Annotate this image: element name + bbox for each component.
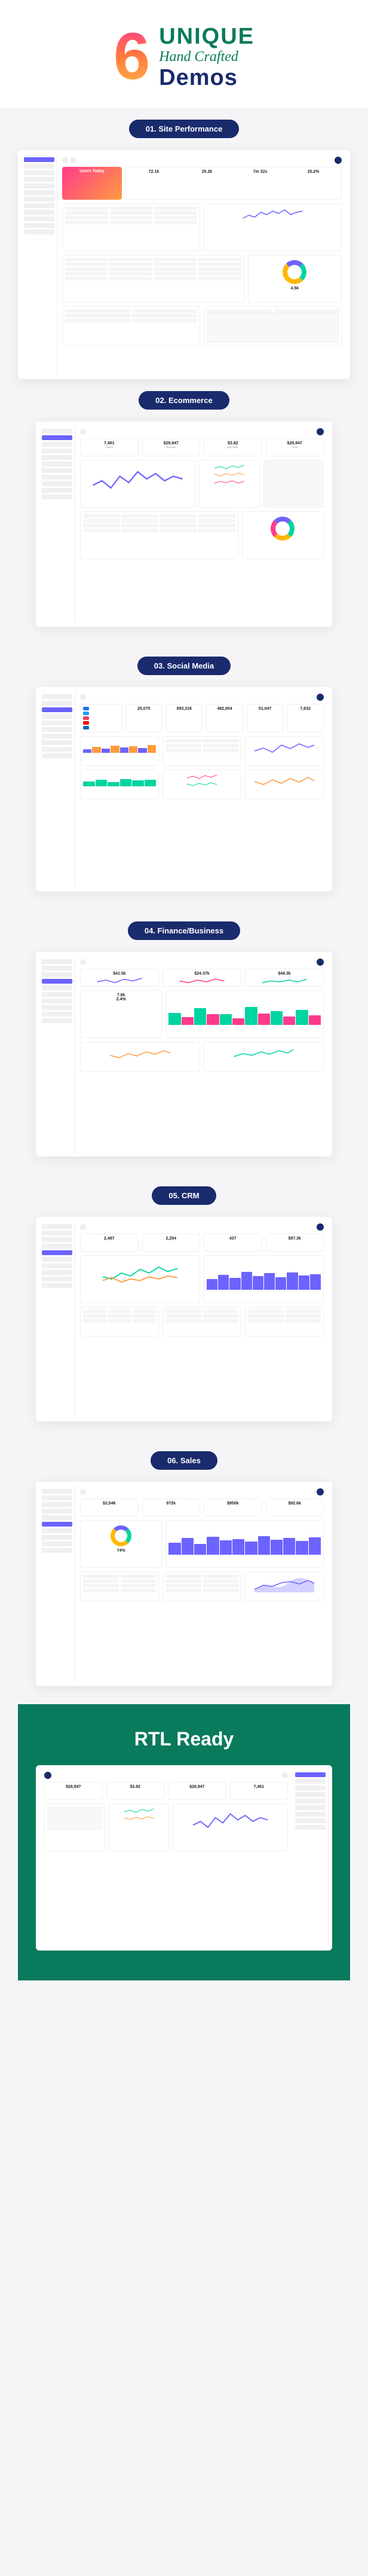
demo-label-04: 04. Finance/Business — [128, 921, 240, 940]
screenshot-crm: 2,487 2,254 437 $97.3k — [36, 1217, 332, 1421]
screenshot-site-performance: Users Today 72.1k 25.2k 7m 32s 25.2% 4.5… — [18, 150, 350, 379]
demo-label-01: 01. Site Performance — [129, 120, 240, 138]
screenshot-finance: $41.5k $24.37k $49.3k 7.8k2.4% — [36, 952, 332, 1156]
demo-04: 04. Finance/Business $41.5k $24.37k $49.… — [18, 909, 350, 1174]
rtl-section: RTL Ready $28,947 $3.82 $28,947 7,461 — [18, 1704, 350, 1980]
demo-03: 03. Social Media 25,075 893,316 482,654 … — [18, 645, 350, 909]
demo-label-05: 05. CRM — [152, 1186, 216, 1205]
demo-label-06: 06. Sales — [151, 1451, 217, 1470]
demo-label-03: 03. Social Media — [137, 657, 231, 675]
screenshot-ecommerce: 7,461Orders $28,947Revenue $3.82Avg Orde… — [36, 422, 332, 626]
screenshot-rtl: $28,947 $3.82 $28,947 7,461 — [36, 1765, 332, 1951]
screenshot-sales: $3,546 972k $950k $92.6k 74% — [36, 1482, 332, 1686]
demo-02: 02. Ecommerce 7,461Orders $28,947Revenue… — [18, 379, 350, 644]
hero-unique: UNIQUE — [159, 25, 254, 48]
hero-number: 6 — [114, 24, 150, 90]
screenshot-social: 25,075 893,316 482,654 51,047 7,632 — [36, 687, 332, 892]
rtl-title: RTL Ready — [36, 1728, 332, 1750]
demo-05: 05. CRM 2,487 2,254 437 $97.3k — [18, 1174, 350, 1439]
demo-label-02: 02. Ecommerce — [139, 391, 229, 410]
hero-handcrafted: Hand Crafted — [159, 49, 254, 65]
demo-06: 06. Sales $3,546 972k $950k $92.6k 74% — [18, 1439, 350, 1704]
hero-demos: Demos — [159, 66, 254, 89]
hero-section: 6 UNIQUE Hand Crafted Demos — [0, 0, 368, 108]
demo-01: 01. Site Performance Users Today 72.1k 2… — [0, 108, 368, 1998]
